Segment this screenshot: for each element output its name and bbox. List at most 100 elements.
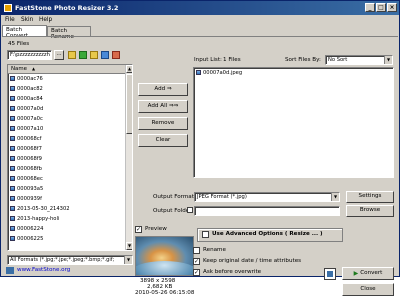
refresh-icon[interactable] xyxy=(79,51,87,59)
file-list-item[interactable]: 00007a0c xyxy=(10,116,43,124)
browse-button[interactable]: Browse xyxy=(346,205,394,217)
file-list-item[interactable]: 0000ac82 xyxy=(10,86,43,94)
tab-batch-rename[interactable]: Batch Rename xyxy=(47,26,91,40)
file-type-filter[interactable]: All Formats (*.jpg;*.jpe;*.jpeg;*.bmp;*.… xyxy=(7,255,133,265)
file-list-item[interactable]: 00007a0d xyxy=(10,106,43,114)
file-list-item[interactable]: 0000ac84 xyxy=(10,96,43,104)
image-file-icon xyxy=(10,126,15,131)
image-file-icon xyxy=(10,206,15,211)
sort-files-select[interactable]: No Sort ▼ xyxy=(325,55,393,65)
menu-skin[interactable]: Skin xyxy=(21,17,33,23)
advanced-options-checkbox[interactable] xyxy=(202,231,209,238)
image-file-icon xyxy=(196,70,201,75)
file-name: 0000ac84 xyxy=(17,96,43,102)
scroll-thumb[interactable] xyxy=(126,74,132,134)
filter-icon[interactable] xyxy=(112,51,120,59)
output-folder-input[interactable] xyxy=(194,206,340,216)
menu-file[interactable]: File xyxy=(5,17,15,23)
preview-label: Preview xyxy=(145,226,167,232)
remove-button[interactable]: Remove xyxy=(138,117,188,130)
folder-path-field[interactable]: F:\pzzzzzzzzzzh xyxy=(7,50,52,60)
help-icon[interactable] xyxy=(324,268,336,280)
file-list-item[interactable]: 0000ac76 xyxy=(10,76,43,84)
batch-convert-panel: 45 Files F:\pzzzzzzzzzzh ... Name ▲ 0000… xyxy=(2,36,398,296)
file-list-item[interactable]: 00006225 xyxy=(10,236,43,244)
scroll-down-icon[interactable]: ▼ xyxy=(126,242,132,250)
settings-button[interactable]: Settings xyxy=(346,191,394,203)
file-name: 000068f9 xyxy=(17,156,42,162)
file-name: 2013-05-30_214302 xyxy=(17,206,70,212)
menu-help[interactable]: Help xyxy=(39,17,52,23)
file-name: 0000ac82 xyxy=(17,86,43,92)
file-name: 00006225 xyxy=(17,236,44,242)
column-header[interactable]: Name ▲ xyxy=(8,65,125,74)
add-button[interactable]: Add ⇒ xyxy=(138,83,188,96)
close-button[interactable]: Close xyxy=(342,283,394,296)
chevron-down-icon: ▼ xyxy=(124,256,132,264)
scroll-up-icon[interactable]: ▲ xyxy=(126,65,132,73)
browse-folder-button[interactable]: ... xyxy=(54,50,64,60)
file-list-item[interactable]: 00007a10 xyxy=(10,126,43,134)
maximize-button[interactable]: □ xyxy=(376,3,386,12)
file-name: 00007a0d xyxy=(17,106,44,112)
folder-up-icon[interactable] xyxy=(68,51,76,59)
file-name: 2013-happy-holi xyxy=(17,216,60,222)
menu-bar: File Skin Help xyxy=(1,15,399,26)
image-file-icon xyxy=(10,156,15,161)
faststone-logo-icon xyxy=(6,267,14,274)
rename-label: Rename xyxy=(203,247,226,253)
image-file-icon xyxy=(10,96,15,101)
input-list-count: 1 Files xyxy=(223,57,241,63)
file-list-item[interactable]: 000068f9 xyxy=(10,156,42,164)
file-list-item[interactable]: 000093a5 xyxy=(10,186,43,194)
file-name: 000068f7 xyxy=(17,146,42,152)
input-list-item[interactable]: 00007a0d.jpeg xyxy=(196,70,242,78)
ask-overwrite-checkbox[interactable]: ✓ xyxy=(193,269,200,276)
tab-batch-convert[interactable]: Batch Convert xyxy=(2,25,47,39)
convert-button[interactable]: ▶ Convert xyxy=(342,267,394,280)
image-preview xyxy=(135,236,194,276)
ask-overwrite-label: Ask before overwrite xyxy=(203,269,262,275)
sort-files-label: Sort Files By: xyxy=(285,57,321,63)
chevron-down-icon: ▼ xyxy=(384,56,392,64)
sort-arrow-icon: ▲ xyxy=(32,66,36,71)
preview-checkbox[interactable]: ✓ xyxy=(135,226,142,233)
website-link[interactable]: www.FastStone.org xyxy=(17,267,70,273)
file-list-scrollbar[interactable]: ▲ ▼ xyxy=(125,65,132,250)
file-name: 000068fb xyxy=(17,166,42,172)
image-file-icon xyxy=(10,176,15,181)
file-name: 0000ac76 xyxy=(17,76,43,82)
output-format-select[interactable]: JPEG Format (*.jpg) ▼ xyxy=(194,192,340,202)
file-name: 000068ec xyxy=(17,176,43,182)
minimize-button[interactable]: _ xyxy=(365,3,375,12)
rename-checkbox[interactable] xyxy=(193,247,200,254)
browse-button-label: Browse xyxy=(359,207,381,214)
file-list-item[interactable]: 000068f7 xyxy=(10,146,42,154)
title-bar[interactable]: FastStone Photo Resizer 3.2 _ □ × xyxy=(1,1,399,15)
close-window-button[interactable]: × xyxy=(387,3,397,12)
input-file-list[interactable]: 00007a0d.jpeg xyxy=(193,67,394,178)
file-list-item[interactable]: 000068cf xyxy=(10,136,41,144)
image-file-icon xyxy=(10,136,15,141)
image-file-icon xyxy=(10,106,15,111)
file-browser-list[interactable]: Name ▲ 0000ac76 0000ac82 0000ac84 00007a0d 0… xyxy=(7,64,133,251)
file-list-item[interactable]: 00006224 xyxy=(10,226,43,234)
favorite-folder-icon[interactable] xyxy=(90,51,98,59)
file-list-item[interactable]: 2013-05-30_214302 xyxy=(10,206,70,214)
view-mode-icon[interactable] xyxy=(101,51,109,59)
keep-date-checkbox[interactable]: ✓ xyxy=(193,258,200,265)
add-all-button[interactable]: Add All ⇒⇒ xyxy=(138,100,188,113)
output-folder-checkbox[interactable] xyxy=(187,207,193,213)
file-name: 00007a0c xyxy=(17,116,43,122)
file-list-item[interactable]: 2013-happy-holi xyxy=(10,216,59,224)
file-name: 000068cf xyxy=(17,136,42,142)
image-file-icon xyxy=(10,186,15,191)
file-list-item[interactable]: 0000939f xyxy=(10,196,42,204)
file-name: 000093a5 xyxy=(17,186,44,192)
image-file-icon xyxy=(10,216,15,221)
column-name-label: Name xyxy=(11,66,27,72)
file-list-item[interactable]: 000068ec xyxy=(10,176,43,184)
clear-button[interactable]: Clear xyxy=(138,134,188,147)
file-list-item[interactable]: 000068fb xyxy=(10,166,42,174)
app-logo-icon xyxy=(4,4,12,12)
